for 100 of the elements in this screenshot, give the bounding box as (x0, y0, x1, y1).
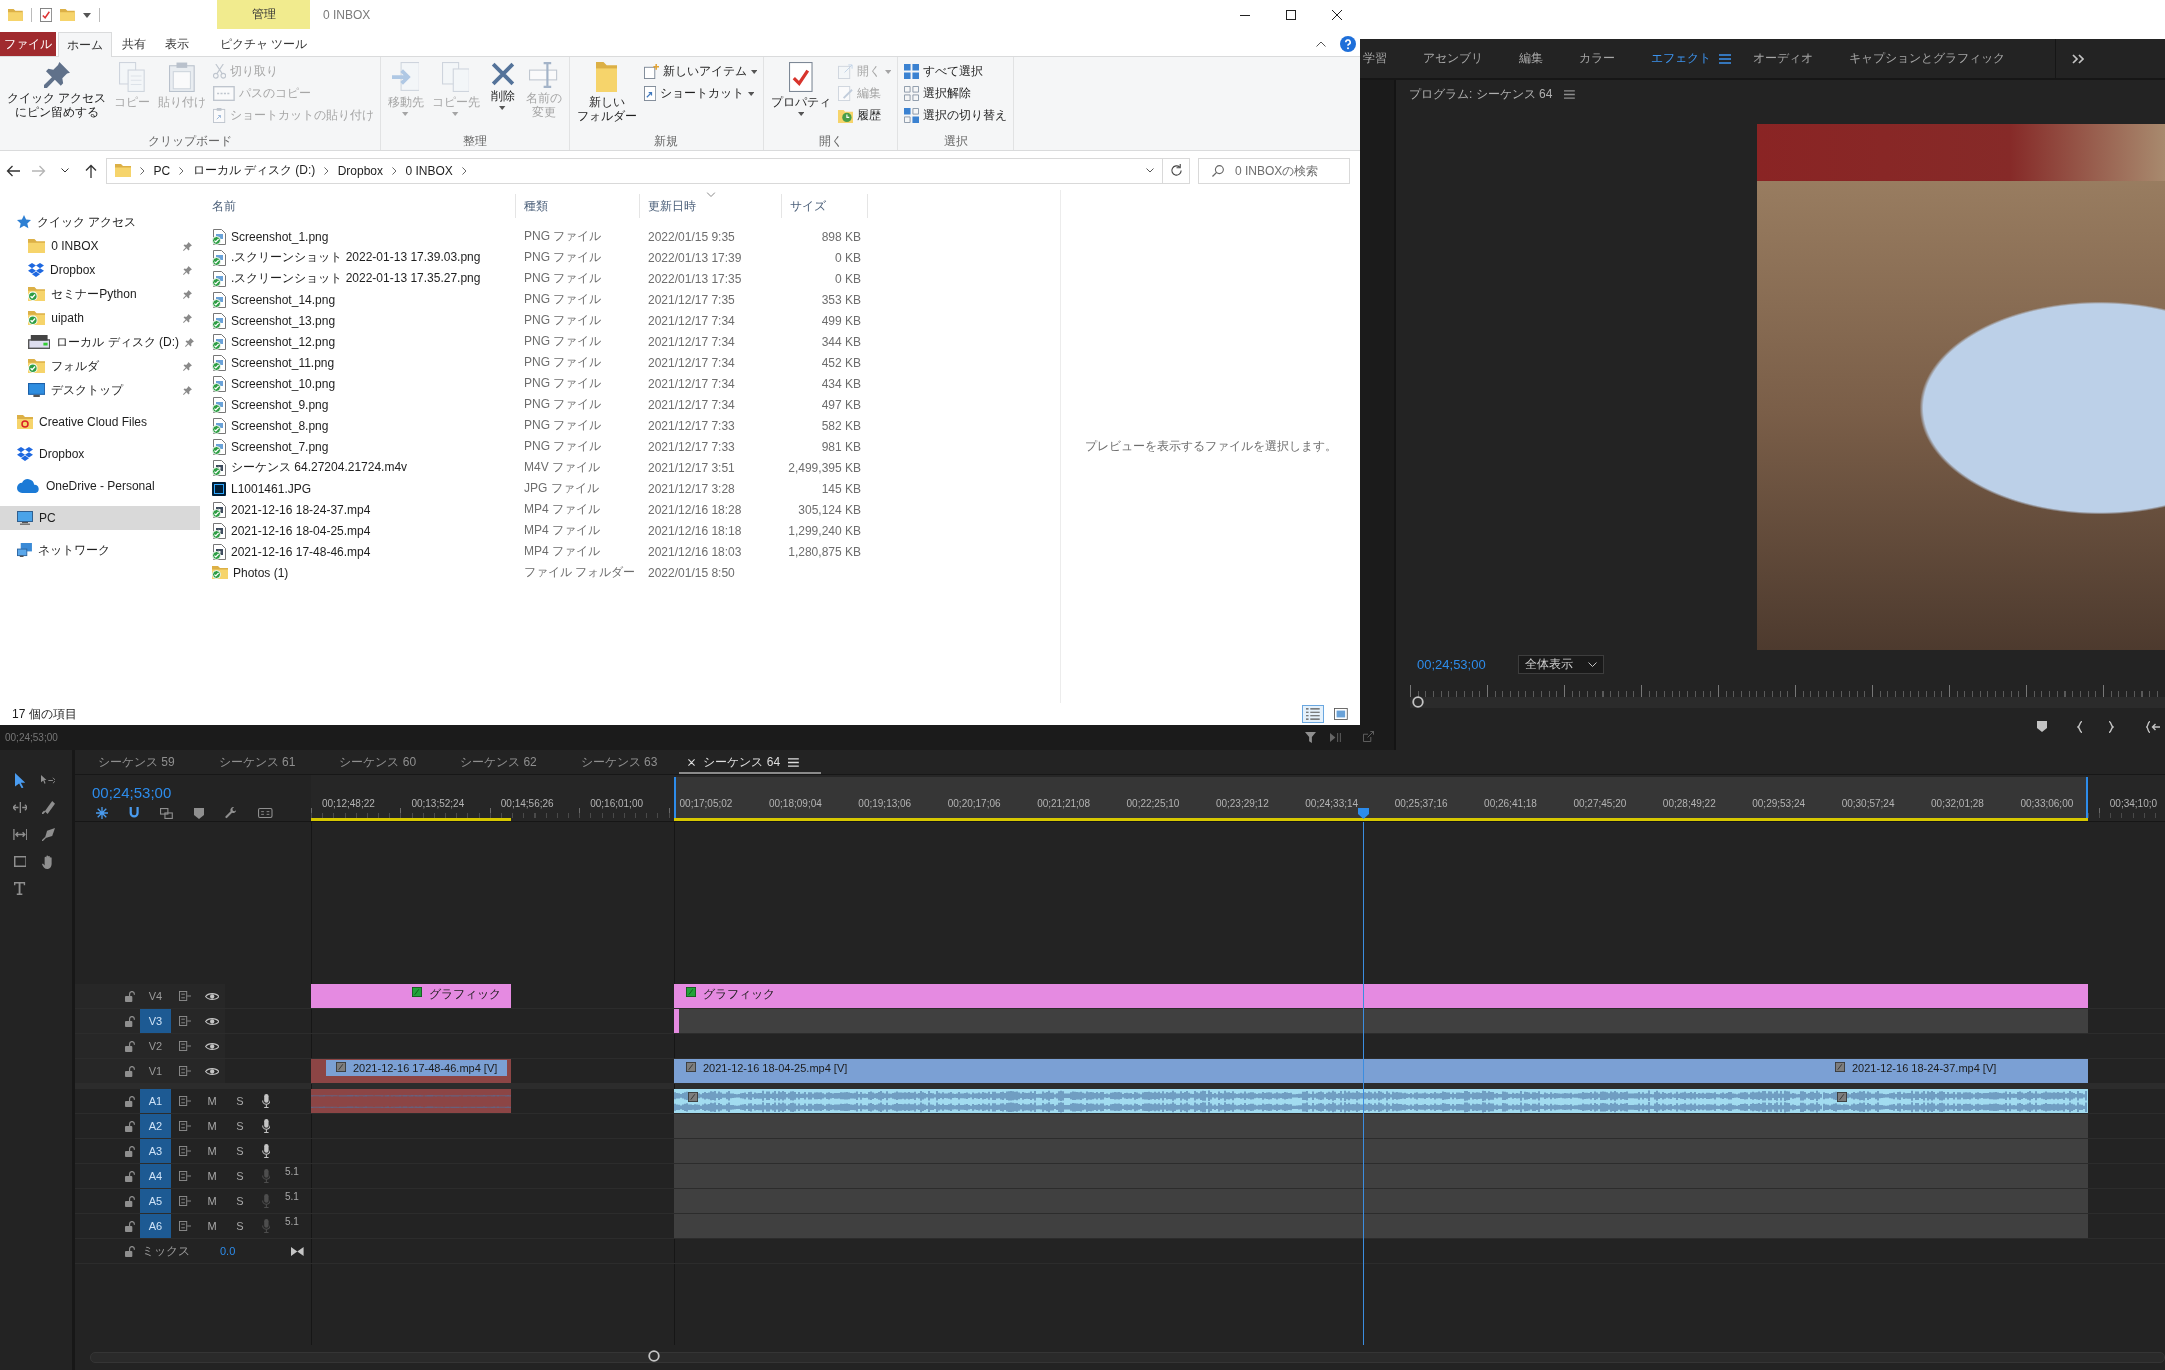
history-button[interactable]: 履歴 (834, 105, 895, 126)
new-folder-button[interactable]: 新しい フォルダー (572, 60, 641, 125)
track-label[interactable]: A1 (140, 1089, 171, 1113)
sequence-tab[interactable]: シーケンス 63 (558, 750, 680, 774)
shortcut-button[interactable]: ショートカット (640, 83, 760, 104)
bracket-arrows-icon[interactable] (12, 829, 28, 840)
pin-icon[interactable] (183, 361, 192, 371)
brace-arrow-icon[interactable] (2146, 720, 2160, 733)
solo-button[interactable]: S (236, 1095, 244, 1107)
nav-item[interactable]: セミナーPython (0, 282, 200, 306)
track-label[interactable]: V2 (140, 1034, 171, 1058)
type-t-icon[interactable] (14, 882, 26, 895)
breadcrumb[interactable]: ローカル ディスク (D:) (192, 162, 316, 179)
arrow-cursor-icon[interactable] (14, 773, 26, 788)
delete-button[interactable]: 削除 (483, 60, 522, 112)
funnel-icon[interactable] (1305, 732, 1317, 743)
nav-item[interactable]: クイック アクセス (0, 210, 200, 234)
wrench-icon[interactable] (225, 807, 238, 819)
nav-item[interactable]: デスクトップ (0, 378, 200, 402)
file-name[interactable]: Screenshot_11.png (231, 355, 335, 370)
workspace-tab[interactable]: カラー (1579, 50, 1615, 67)
nav-item[interactable]: ローカル ディスク (D:) (0, 330, 200, 354)
timecode[interactable]: 00;24;53;00 (92, 784, 311, 802)
box-lines-icon[interactable] (178, 991, 192, 1001)
sequence-tab[interactable]: シーケンス 60 (317, 750, 439, 774)
select-none-button[interactable]: 選択解除 (901, 83, 1011, 104)
workspace-tab[interactable]: キャプションとグラフィック (1849, 50, 2005, 67)
file-name[interactable]: Screenshot_9.png (231, 397, 329, 412)
invert-selection-button[interactable]: 選択の切り替え (901, 105, 1011, 126)
file-name[interactable]: Screenshot_7.png (231, 439, 329, 454)
magnet-icon[interactable] (129, 807, 140, 819)
nav-item[interactable]: Dropbox (0, 258, 200, 282)
mute-button[interactable]: M (207, 1095, 217, 1107)
pin-icon[interactable] (183, 313, 192, 323)
audio-clip[interactable] (311, 1089, 511, 1113)
zoom-dropdown[interactable]: 全体表示 (1517, 654, 1604, 674)
video-clip[interactable]: 2021-12-16 17-48-46.mp4 [V] (311, 1059, 511, 1083)
column-header[interactable]: 種類 (516, 194, 640, 218)
file-name[interactable]: 2021-12-16 18-24-37.mp4 (231, 502, 371, 517)
marker-icon[interactable] (2037, 721, 2047, 732)
caption-box-icon[interactable] (258, 808, 273, 818)
box-lines-icon[interactable] (178, 1096, 192, 1106)
workspace-tab[interactable]: エフェクト (1651, 50, 1731, 67)
sequence-tab[interactable]: シーケンス 62 (438, 750, 559, 774)
play-bars-icon[interactable] (1330, 733, 1341, 742)
track-label[interactable]: A4 (140, 1164, 171, 1188)
properties-button[interactable]: プロパティ (766, 60, 835, 118)
file-name[interactable]: Photos (1) (233, 565, 289, 580)
file-name[interactable]: Screenshot_10.png (231, 376, 336, 391)
breadcrumb[interactable]: Dropbox (337, 163, 383, 178)
lock-icon[interactable] (124, 1145, 136, 1157)
nav-item[interactable]: uipath (0, 306, 200, 330)
audio-clip[interactable] (674, 1089, 1823, 1113)
nav-item[interactable]: Dropbox (0, 442, 200, 466)
file-name[interactable]: Screenshot_8.png (231, 418, 329, 433)
lock-icon[interactable] (124, 1040, 136, 1052)
lock-icon[interactable] (124, 1015, 136, 1027)
graphic-clip[interactable]: グラフィック (674, 984, 2088, 1008)
audio-clip[interactable] (1823, 1089, 2088, 1113)
pin-icon[interactable] (183, 265, 192, 275)
solo-button[interactable]: S (236, 1170, 244, 1182)
menu-icon[interactable] (1564, 89, 1576, 99)
solo-button[interactable]: S (236, 1120, 244, 1132)
lock-icon[interactable] (124, 1065, 136, 1077)
box-lines-icon[interactable] (178, 1041, 192, 1051)
left-brace-icon[interactable] (2077, 720, 2083, 733)
file-name[interactable]: L1001461.JPG (231, 481, 312, 496)
timecode[interactable]: 00;24;53;00 (1417, 656, 1486, 672)
scrollbar[interactable] (90, 1352, 2165, 1363)
box-lines-icon[interactable] (178, 1146, 192, 1156)
ribbon-tab[interactable]: 共有 (113, 32, 155, 56)
workspace-tab[interactable]: オーディオ (1753, 50, 1813, 67)
pen-nib-icon[interactable] (41, 828, 55, 841)
marker-icon[interactable] (194, 807, 205, 819)
ribbon-tab[interactable]: ピクチャ ツール (217, 32, 310, 56)
microphone-icon[interactable] (261, 1119, 271, 1133)
file-name[interactable]: Screenshot_13.png (231, 313, 336, 328)
nav-item[interactable]: ネットワーク (0, 538, 200, 562)
pin-to-quick-access-button[interactable]: クイック アクセス にピン留めする (3, 60, 111, 121)
column-header[interactable]: 名前 (204, 194, 516, 218)
lock-icon[interactable] (124, 1095, 136, 1107)
lock-icon[interactable] (124, 1120, 136, 1132)
mute-button[interactable]: M (207, 1120, 217, 1132)
chevron-icon[interactable] (324, 166, 329, 175)
nav-item[interactable]: フォルダ (0, 354, 200, 378)
chevron-icon[interactable] (392, 166, 397, 175)
search-field[interactable]: 0 INBOXの検索 (1198, 157, 1350, 184)
checked-page-icon[interactable] (39, 8, 52, 22)
ribbon-tab[interactable]: ファイル (0, 32, 56, 56)
eye-icon[interactable] (204, 1041, 220, 1051)
pin-icon[interactable] (185, 337, 195, 347)
pin-icon[interactable] (183, 289, 192, 299)
pin-icon[interactable] (183, 241, 192, 251)
caret-icon[interactable] (82, 12, 91, 18)
video-clip[interactable]: 2021-12-16 18-24-37.mp4 [V] (1823, 1059, 2088, 1083)
ring-handle-icon[interactable] (648, 1350, 660, 1362)
file-name[interactable]: シーケンス 64.27204.21724.m4v (231, 459, 408, 476)
eye-icon[interactable] (204, 1066, 220, 1076)
cursor-right-arrow-icon[interactable] (40, 775, 56, 786)
rectangle-icon[interactable] (13, 856, 27, 867)
